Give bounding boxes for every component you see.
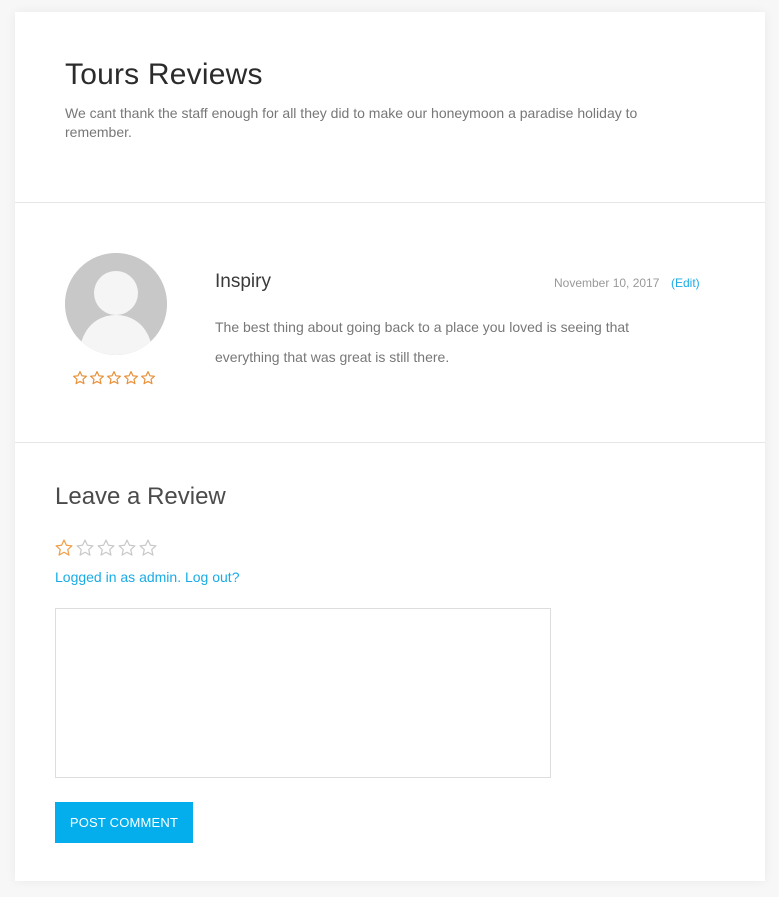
- review-date: November 10, 2017: [554, 276, 660, 290]
- edit-review-link[interactable]: (Edit): [671, 276, 700, 290]
- logout-link[interactable]: Log out?: [185, 569, 240, 585]
- review-rating: [72, 370, 156, 386]
- review-text: The best thing about going back to a pla…: [215, 319, 630, 365]
- star-rating-3-icon[interactable]: [96, 538, 116, 558]
- leave-review-title: Leave a Review: [55, 483, 226, 510]
- post-comment-button[interactable]: POST COMMENT: [55, 802, 193, 843]
- star-outline-icon: [107, 371, 121, 385]
- logged-in-notice: Logged in as admin. Log out?: [55, 569, 239, 585]
- star-outline-icon: [124, 371, 138, 385]
- star-rating-4-icon[interactable]: [117, 538, 137, 558]
- star-rating-5-icon[interactable]: [138, 538, 158, 558]
- review-item: Inspiry November 10, 2017 (Edit) The bes…: [15, 203, 765, 443]
- user-silhouette-icon: [65, 253, 167, 355]
- star-outline-icon: [73, 371, 87, 385]
- page-subtitle: We cant thank the staff enough for all t…: [65, 105, 638, 140]
- star-outline-icon: [90, 371, 104, 385]
- reviewer-name: Inspiry: [215, 271, 271, 292]
- star-rating-2-icon[interactable]: [75, 538, 95, 558]
- profile-link[interactable]: Logged in as admin.: [55, 569, 181, 585]
- reviews-card: Tours Reviews We cant thank the staff en…: [15, 12, 765, 881]
- star-rating-1-icon[interactable]: [54, 538, 74, 558]
- reviews-header: Tours Reviews We cant thank the staff en…: [15, 12, 765, 203]
- page-title: Tours Reviews: [65, 58, 263, 91]
- rating-input: [54, 538, 158, 558]
- star-outline-icon: [141, 371, 155, 385]
- avatar: [65, 253, 167, 355]
- comment-textarea[interactable]: [55, 608, 551, 778]
